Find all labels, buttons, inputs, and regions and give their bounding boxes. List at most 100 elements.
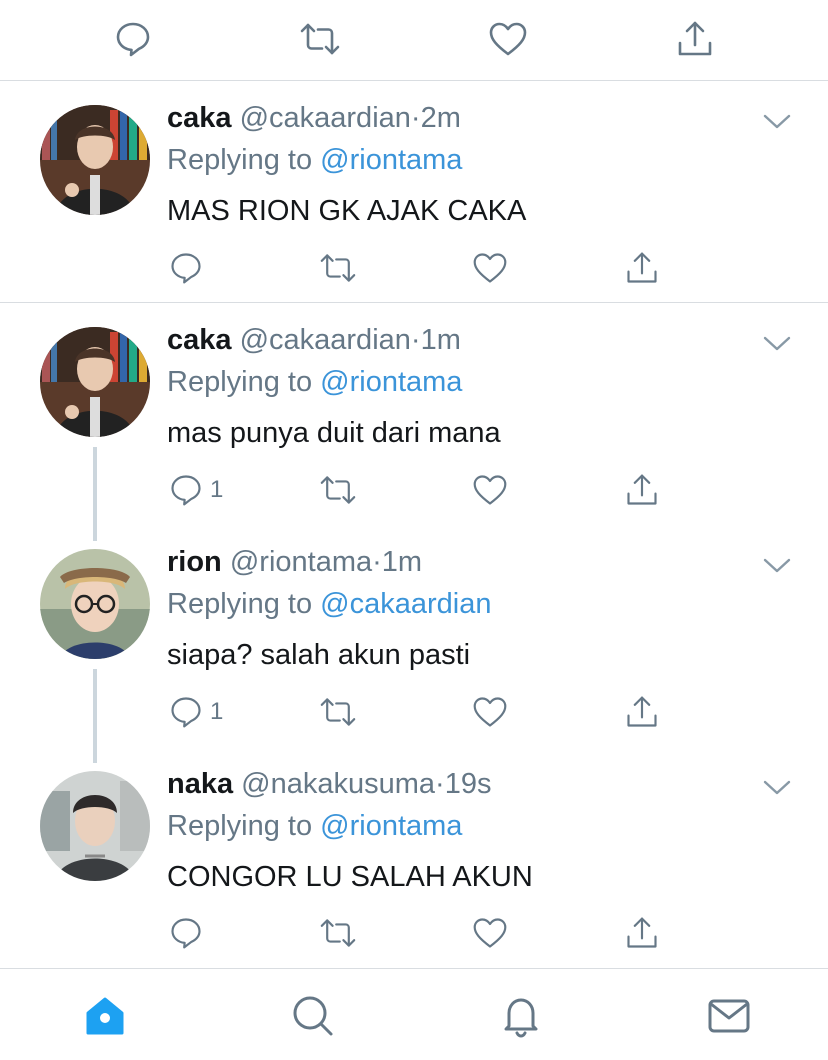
retweet-icon — [320, 698, 356, 726]
tweet-text: siapa? salah akun pasti — [167, 639, 471, 671]
timestamp: 2m — [420, 102, 461, 134]
like-button[interactable] — [471, 250, 509, 286]
home-icon — [86, 997, 124, 1035]
share-button[interactable] — [624, 694, 660, 730]
reply-button[interactable] — [111, 17, 155, 61]
notifications-icon — [504, 998, 538, 1038]
display-name[interactable]: caka — [167, 102, 232, 134]
tab-notifications[interactable] — [496, 991, 546, 1041]
timestamp: 1m — [420, 324, 461, 356]
share-button[interactable] — [624, 915, 660, 951]
tweet-menu-button[interactable] — [762, 333, 792, 353]
username[interactable]: @nakakusuma — [241, 768, 435, 800]
tweet-menu-button[interactable] — [762, 555, 792, 575]
display-name[interactable]: rion — [167, 546, 222, 578]
tweet[interactable]: caka @cakaardian·2m Replying to @riontam… — [0, 81, 828, 303]
separator-dot: · — [410, 324, 421, 356]
avatar[interactable] — [40, 327, 150, 437]
reply-button[interactable] — [168, 915, 210, 951]
tweet[interactable]: rion @riontama·1m Replying to @cakaardia… — [0, 525, 828, 763]
bottom-tab-bar — [0, 968, 828, 1060]
retweet-button[interactable] — [318, 472, 358, 508]
focused-tweet-actions — [0, 0, 828, 81]
chevron-down-icon — [763, 558, 791, 573]
replying-to: Replying to @riontama — [167, 809, 462, 843]
reply-icon — [171, 697, 201, 728]
replying-to-mention[interactable]: @riontama — [320, 144, 462, 176]
replying-to-label: Replying to — [167, 810, 321, 842]
reply-icon — [171, 253, 201, 284]
heart-icon — [473, 697, 507, 727]
username[interactable]: @cakaardian — [240, 324, 411, 356]
retweet-icon — [320, 919, 356, 947]
separator-dot: · — [410, 102, 421, 134]
replying-to-mention[interactable]: @cakaardian — [320, 588, 491, 620]
share-icon — [627, 917, 657, 948]
reply-button[interactable]: 1 — [168, 694, 223, 730]
chevron-down-icon — [763, 114, 791, 129]
retweet-icon — [320, 254, 356, 282]
reply-icon — [171, 918, 201, 949]
replying-to-label: Replying to — [167, 144, 321, 176]
avatar[interactable] — [40, 549, 150, 659]
retweet-icon — [320, 476, 356, 504]
reply-button[interactable] — [168, 250, 210, 286]
reply-icon — [171, 475, 201, 506]
separator-dot: · — [435, 768, 445, 800]
replying-to-label: Replying to — [167, 588, 321, 620]
display-name[interactable]: naka — [167, 768, 233, 800]
share-button[interactable] — [673, 17, 717, 61]
like-button[interactable] — [486, 17, 530, 61]
like-button[interactable] — [471, 915, 509, 951]
tweet-menu-button[interactable] — [762, 777, 792, 797]
replying-to: Replying to @riontama — [167, 143, 462, 177]
chevron-down-icon — [763, 336, 791, 351]
tab-search[interactable] — [288, 991, 338, 1041]
reply-count: 1 — [210, 698, 224, 725]
replying-to: Replying to @riontama — [167, 365, 462, 399]
share-icon — [627, 474, 657, 505]
messages-icon — [708, 999, 750, 1033]
share-button[interactable] — [624, 250, 660, 286]
reply-count: 1 — [210, 476, 224, 503]
tweet[interactable]: naka @nakakusuma·19s Replying to @rionta… — [0, 747, 828, 968]
retweet-button[interactable] — [298, 17, 342, 61]
share-icon — [627, 696, 657, 727]
heart-icon — [473, 918, 507, 948]
like-button[interactable] — [471, 472, 509, 508]
tweet-text: MAS RION GK AJAK CAKA — [167, 195, 527, 227]
tweet-text: CONGOR LU SALAH AKUN — [167, 861, 533, 893]
replying-to-label: Replying to — [167, 366, 321, 398]
username[interactable]: @riontama — [230, 546, 372, 578]
timestamp: 19s — [444, 768, 492, 800]
retweet-button[interactable] — [318, 250, 358, 286]
avatar[interactable] — [40, 771, 150, 881]
heart-icon — [473, 253, 507, 283]
replying-to-mention[interactable]: @riontama — [320, 366, 462, 398]
replying-to-mention[interactable]: @riontama — [320, 810, 462, 842]
avatar[interactable] — [40, 105, 150, 215]
tweet-menu-button[interactable] — [762, 111, 792, 131]
retweet-button[interactable] — [318, 694, 358, 730]
reply-button[interactable]: 1 — [168, 472, 223, 508]
tab-messages[interactable] — [704, 991, 754, 1041]
username[interactable]: @cakaardian — [240, 102, 411, 134]
tab-home[interactable] — [80, 991, 130, 1041]
tweet-header: caka @cakaardian·1m — [167, 323, 461, 357]
tweet-header: caka @cakaardian·2m — [167, 101, 461, 135]
tweet[interactable]: caka @cakaardian·1m Replying to @riontam… — [0, 303, 828, 541]
tweet-header: naka @nakakusuma·19s — [167, 767, 491, 801]
retweet-icon — [300, 23, 340, 55]
search-icon — [293, 996, 333, 1036]
tweet-text: mas punya duit dari mana — [167, 417, 501, 449]
heart-icon — [489, 22, 527, 56]
share-button[interactable] — [624, 472, 660, 508]
heart-icon — [473, 475, 507, 505]
like-button[interactable] — [471, 694, 509, 730]
replying-to: Replying to @cakaardian — [167, 587, 491, 621]
retweet-button[interactable] — [318, 915, 358, 951]
reply-icon — [116, 22, 150, 57]
display-name[interactable]: caka — [167, 324, 232, 356]
share-icon — [627, 252, 657, 283]
timestamp: 1m — [381, 546, 423, 578]
